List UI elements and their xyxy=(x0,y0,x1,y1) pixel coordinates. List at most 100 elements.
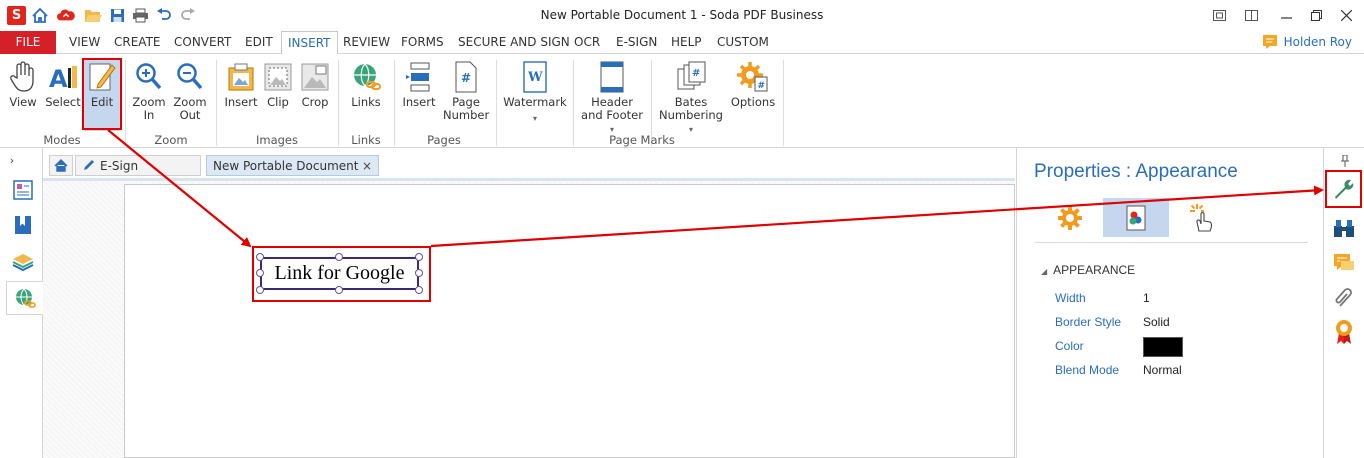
options-label: Options xyxy=(730,95,776,109)
properties-tab-general[interactable] xyxy=(1037,198,1103,237)
width-value[interactable]: 1 xyxy=(1143,291,1150,305)
header-footer-button[interactable]: Header and Footer ▾ xyxy=(580,60,644,136)
links-button[interactable]: Links xyxy=(347,60,385,109)
restore-button[interactable] xyxy=(1306,6,1326,24)
menu-view[interactable]: VIEW xyxy=(69,35,100,49)
comments-icon[interactable] xyxy=(1332,251,1356,275)
pin-icon[interactable] xyxy=(1338,154,1352,168)
user-account[interactable]: Holden Roy xyxy=(1262,34,1352,50)
header-footer-icon xyxy=(580,60,644,94)
insert-page-icon xyxy=(400,60,438,94)
thumbnails-icon[interactable] xyxy=(11,178,35,202)
zoom-out-button[interactable]: Zoom Out xyxy=(172,60,208,122)
select-label: Select xyxy=(45,95,81,109)
clip-button[interactable]: Clip xyxy=(263,60,293,109)
user-name: Holden Roy xyxy=(1283,35,1352,49)
layers-icon[interactable] xyxy=(11,250,35,274)
blend-mode-value[interactable]: Normal xyxy=(1143,363,1182,377)
watermark-button[interactable]: W Watermark ▾ xyxy=(503,60,567,125)
page-number-icon: # xyxy=(443,60,489,94)
menu-esign[interactable]: E-SIGN xyxy=(616,35,657,49)
chat-icon xyxy=(1262,35,1277,49)
group-separator xyxy=(496,60,497,146)
tab-esign-manager[interactable]: E-Sign Manager xyxy=(75,155,201,194)
menu-forms[interactable]: FORMS xyxy=(401,35,444,49)
properties-panel: Properties : Appearance ◢ APPEARANCE Widt… xyxy=(1016,148,1323,458)
menu-bar: FILE VIEW CREATE CONVERT EDIT INSERT REV… xyxy=(0,31,1364,55)
left-sidebar: › xyxy=(0,148,43,458)
close-tab-icon[interactable]: × xyxy=(362,156,372,177)
svg-text:A: A xyxy=(49,65,68,92)
appearance-section-header[interactable]: ◢ APPEARANCE xyxy=(1041,263,1135,277)
svg-text:#: # xyxy=(692,68,700,79)
links-panel-tab[interactable] xyxy=(6,281,43,315)
appearance-palette-icon xyxy=(1126,205,1146,230)
home-tab[interactable] xyxy=(49,155,73,176)
file-menu[interactable]: FILE xyxy=(0,31,56,54)
group-separator xyxy=(783,60,784,146)
certificate-icon[interactable] xyxy=(1332,320,1356,344)
properties-tab-actions[interactable] xyxy=(1169,198,1235,237)
menu-review[interactable]: REVIEW xyxy=(343,35,390,49)
highlight-wrench-icon xyxy=(1325,170,1362,208)
color-swatch[interactable] xyxy=(1143,337,1183,357)
crop-icon xyxy=(299,60,331,94)
group-pages-label: Pages xyxy=(427,133,461,147)
bookmarks-icon[interactable] xyxy=(11,213,35,237)
close-window-button[interactable] xyxy=(1336,6,1356,24)
insert-page-label: Insert xyxy=(402,95,436,109)
fullscreen-icon[interactable] xyxy=(1209,6,1229,24)
svg-text:#: # xyxy=(758,81,766,91)
menu-edit[interactable]: EDIT xyxy=(245,35,273,49)
insert-image-button[interactable]: Insert xyxy=(223,60,259,109)
tab-new-portable-document[interactable]: New Portable Document 1* × xyxy=(206,155,379,194)
action-click-icon xyxy=(1190,203,1213,232)
highlight-link-annotation xyxy=(252,246,431,302)
header-footer-label-2: and Footer xyxy=(581,108,643,122)
zoom-in-button[interactable]: Zoom In xyxy=(132,60,166,122)
group-page-marks-label: Page Marks xyxy=(609,133,675,147)
links-label: Links xyxy=(351,95,381,109)
appearance-section-label: APPEARANCE xyxy=(1053,263,1136,277)
minimize-button[interactable] xyxy=(1276,6,1296,24)
ribbon: View A Select Edit Modes Zoom In Zoom Ou… xyxy=(0,54,1364,148)
attachment-icon[interactable] xyxy=(1332,286,1356,310)
crop-button[interactable]: Crop xyxy=(299,60,331,109)
bates-label-2: Numbering xyxy=(659,108,723,122)
page-number-button[interactable]: # Page Number xyxy=(443,60,489,122)
menu-ocr[interactable]: OCR xyxy=(574,35,600,49)
menu-convert[interactable]: CONVERT xyxy=(174,35,231,49)
properties-tab-appearance[interactable] xyxy=(1103,198,1169,237)
group-zoom-label: Zoom xyxy=(154,133,188,147)
select-mode-button[interactable]: A Select xyxy=(44,60,82,109)
reading-mode-icon[interactable] xyxy=(1241,6,1261,24)
properties-divider xyxy=(1035,242,1308,243)
menu-insert[interactable]: INSERT xyxy=(281,31,338,55)
hand-icon xyxy=(6,60,40,94)
bates-numbering-icon: # xyxy=(658,60,724,94)
bates-numbering-button[interactable]: # Bates Numbering ▾ xyxy=(658,60,724,136)
menu-create[interactable]: CREATE xyxy=(114,35,161,49)
pdf-page[interactable] xyxy=(124,184,1015,458)
group-links-label: Links xyxy=(351,133,381,147)
zoom-out-icon xyxy=(172,60,208,94)
menu-secure-and-sign[interactable]: SECURE AND SIGN xyxy=(458,35,570,49)
view-mode-button[interactable]: View xyxy=(6,60,40,109)
svg-text:W: W xyxy=(527,70,543,85)
insert-page-button[interactable]: Insert xyxy=(400,60,438,109)
dropdown-arrow-icon: ▾ xyxy=(532,114,537,123)
svg-text:#: # xyxy=(461,71,471,85)
border-style-value[interactable]: Solid xyxy=(1143,315,1170,329)
gear-icon xyxy=(1058,205,1082,230)
watermark-icon: W xyxy=(503,60,567,94)
page-number-label-2: Number xyxy=(443,108,490,122)
menu-custom[interactable]: CUSTOM xyxy=(717,35,769,49)
width-label: Width xyxy=(1055,291,1086,305)
page-marks-options-button[interactable]: # Options xyxy=(729,60,777,109)
blend-mode-label: Blend Mode xyxy=(1055,363,1120,377)
globe-link-icon xyxy=(347,60,385,94)
menu-help[interactable]: HELP xyxy=(671,35,702,49)
expand-chevron-icon[interactable]: › xyxy=(5,152,19,168)
binoculars-icon[interactable] xyxy=(1332,216,1356,240)
color-label: Color xyxy=(1055,339,1084,353)
